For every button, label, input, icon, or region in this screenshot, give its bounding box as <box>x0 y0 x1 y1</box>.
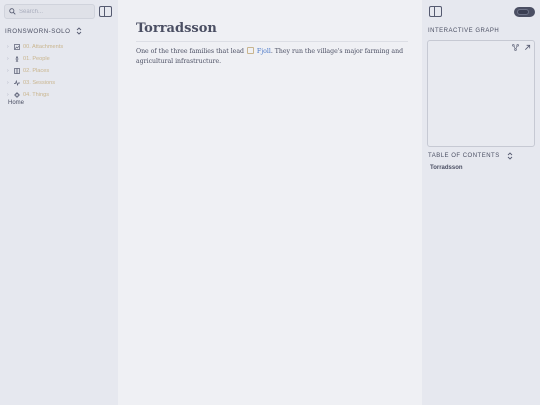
folder-sessions[interactable]: › 03. Sessions <box>7 77 63 89</box>
sidebar-panel-icon <box>430 7 435 16</box>
search-box[interactable] <box>4 4 95 19</box>
link-fjoll[interactable]: Fjoll <box>257 48 271 55</box>
folder-label: 01. People <box>23 56 50 62</box>
gear-icon <box>13 91 21 99</box>
folder-label: 00. Attachments <box>23 44 64 50</box>
person-icon <box>13 55 21 63</box>
toggle-right-sidebar-button[interactable] <box>429 6 442 17</box>
chevron-up-down-icon <box>77 27 82 35</box>
expand-icon[interactable] <box>524 44 531 51</box>
vault-switcher[interactable]: IRONSWORN-SOLO <box>5 27 82 35</box>
chevron-up-down-icon <box>507 152 513 160</box>
pulse-icon <box>13 79 21 87</box>
vault-name: IRONSWORN-SOLO <box>5 27 71 35</box>
toc-header[interactable]: TABLE OF CONTENTS <box>428 152 513 160</box>
folder-label: 03. Sessions <box>23 80 56 86</box>
place-icon <box>246 47 254 54</box>
page-title: Torradsson <box>136 21 217 36</box>
toggle-knob <box>517 9 529 15</box>
toc-section-label: TABLE OF CONTENTS <box>428 153 500 159</box>
theme-toggle[interactable] <box>514 7 535 17</box>
left-sidebar: IRONSWORN-SOLO › 00. Attachments › 01. P… <box>0 0 118 405</box>
search-input[interactable] <box>19 8 89 15</box>
interactive-graph[interactable] <box>427 40 535 147</box>
image-icon <box>13 43 21 51</box>
toggle-left-sidebar-button[interactable] <box>99 6 112 17</box>
folder-places[interactable]: › 02. Places <box>7 65 63 77</box>
file-tree: › 00. Attachments › 01. People › 02. Pla… <box>7 41 63 101</box>
sidebar-panel-icon <box>100 7 105 16</box>
folder-label: 04. Things <box>23 92 50 98</box>
body-text: One of the three families that lead <box>136 48 244 55</box>
search-icon <box>9 8 16 15</box>
graph-section-label: INTERACTIVE GRAPH <box>428 28 500 34</box>
graph-settings-icon[interactable] <box>512 44 519 51</box>
folder-label: 02. Places <box>23 68 50 74</box>
folder-attachments[interactable]: › 00. Attachments <box>7 41 63 53</box>
note-body: One of the three families that lead Fjol… <box>136 47 408 67</box>
file-home[interactable]: Home <box>8 100 24 106</box>
note-view: Torradsson One of the three families tha… <box>118 0 422 405</box>
toc-item-torradsson[interactable]: Torradsson <box>430 165 463 171</box>
map-icon <box>13 67 21 75</box>
title-divider <box>136 41 408 42</box>
folder-people[interactable]: › 01. People <box>7 53 63 65</box>
